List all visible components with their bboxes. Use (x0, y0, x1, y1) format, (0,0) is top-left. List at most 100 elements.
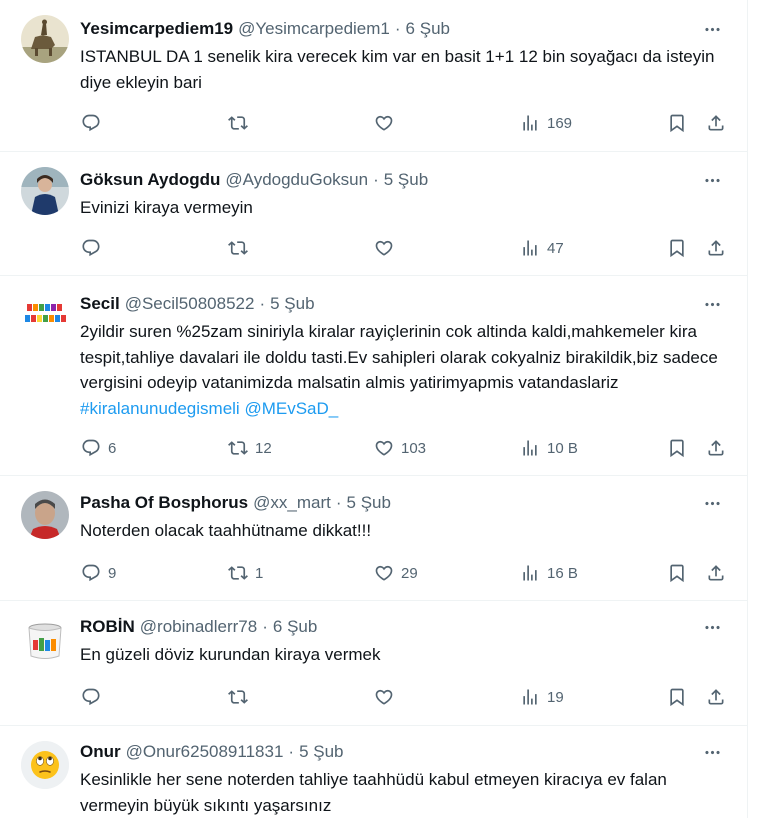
retweet-button[interactable] (221, 231, 255, 265)
retweet-button[interactable] (221, 680, 255, 714)
like-count: 29 (401, 564, 418, 582)
action-bar: 47 (68, 231, 738, 265)
avatar[interactable] (21, 491, 69, 539)
like-button[interactable]: 29 (367, 556, 418, 590)
tweet[interactable]: Onur @Onur62508911831 · 5 Şub Kesinlikle… (0, 726, 747, 818)
display-name[interactable]: Pasha Of Bosphorus (80, 493, 248, 513)
bookmark-button[interactable] (660, 231, 694, 265)
heart-icon (374, 438, 394, 458)
reply-count: 6 (108, 439, 117, 457)
bucket-avatar (21, 616, 69, 664)
bookmark-button[interactable] (660, 556, 694, 590)
share-button[interactable] (699, 556, 733, 590)
reply-button[interactable] (74, 106, 108, 140)
user-handle[interactable]: @Yesimcarpediem1 (238, 19, 390, 39)
bookmark-icon (667, 238, 687, 258)
bookmark-button[interactable] (660, 106, 694, 140)
avatar[interactable] (21, 167, 69, 215)
hashtag-link[interactable]: #kiralanunudegismeli (80, 399, 240, 418)
share-icon (706, 113, 726, 133)
heart-icon (374, 238, 394, 258)
retweet-button[interactable] (221, 106, 255, 140)
tweet[interactable]: Secil @Secil50808522 · 5 Şub 2yildir sur… (0, 276, 747, 476)
avatar[interactable] (21, 15, 69, 63)
more-options-button[interactable] (699, 741, 725, 763)
share-button[interactable] (699, 680, 733, 714)
user-handle[interactable]: @robinadlerr78 (140, 617, 257, 637)
more-options-button[interactable] (699, 293, 725, 315)
tweet[interactable]: Göksun Aydogdu @AydogduGoksun · 5 Şub Ev… (0, 152, 747, 276)
display-name[interactable]: ROBİN (80, 617, 135, 637)
bookmark-icon (667, 563, 687, 583)
view-count: 16 B (547, 564, 578, 582)
views-button[interactable]: 16 B (513, 556, 578, 590)
reply-button[interactable]: 9 (74, 556, 116, 590)
user-handle[interactable]: @Secil50808522 (125, 294, 255, 314)
statue-avatar (21, 15, 69, 63)
like-button[interactable] (367, 106, 401, 140)
more-options-button[interactable] (699, 169, 725, 191)
bookmark-button[interactable] (660, 431, 694, 465)
avatar[interactable] (21, 291, 69, 339)
reply-button[interactable] (74, 680, 108, 714)
retweet-button[interactable]: 1 (221, 556, 263, 590)
reply-icon (81, 563, 101, 583)
user-handle[interactable]: @xx_mart (253, 493, 331, 513)
tweet-text: ISTANBUL DA 1 senelik kira verecek kim v… (80, 47, 715, 92)
tweet[interactable]: ROBİN @robinadlerr78 · 6 Şub En güzeli d… (0, 601, 747, 726)
user-handle[interactable]: @AydogduGoksun (225, 170, 368, 190)
like-button[interactable] (367, 680, 401, 714)
like-button[interactable] (367, 231, 401, 265)
tweet-header: Göksun Aydogdu @AydogduGoksun · 5 Şub (80, 169, 687, 191)
avatar[interactable] (21, 616, 69, 664)
more-options-button[interactable] (699, 616, 725, 638)
share-button[interactable] (699, 106, 733, 140)
timestamp[interactable]: 6 Şub (406, 19, 450, 39)
separator-dot: · (288, 742, 295, 761)
timestamp[interactable]: 6 Şub (273, 617, 317, 637)
like-button[interactable]: 103 (367, 431, 426, 465)
tweet[interactable]: Yesimcarpediem19 @Yesimcarpediem1 · 6 Şu… (0, 0, 747, 152)
mention-link[interactable]: @MEvSaD_ (244, 399, 338, 418)
retweet-count: 1 (255, 564, 264, 582)
reply-button[interactable]: 6 (74, 431, 116, 465)
views-button[interactable]: 169 (513, 106, 572, 140)
display-name[interactable]: Onur (80, 742, 121, 762)
share-icon (706, 687, 726, 707)
reply-icon (81, 687, 101, 707)
share-button[interactable] (699, 231, 733, 265)
reply-icon (81, 438, 101, 458)
display-name[interactable]: Yesimcarpediem19 (80, 19, 233, 39)
views-button[interactable]: 19 (513, 680, 564, 714)
retweet-button[interactable]: 12 (221, 431, 272, 465)
action-bar: 169 (68, 106, 738, 140)
tweet[interactable]: Pasha Of Bosphorus @xx_mart · 5 Şub Note… (0, 476, 747, 601)
avatar[interactable] (21, 741, 69, 789)
timestamp[interactable]: 5 Şub (384, 170, 428, 190)
more-icon (703, 618, 722, 637)
user-handle[interactable]: @Onur62508911831 (126, 742, 284, 762)
display-name[interactable]: Secil (80, 294, 120, 314)
tweet-body: 2yildir suren %25zam siniriyla kiralar r… (80, 322, 718, 392)
display-name[interactable]: Göksun Aydogdu (80, 170, 220, 190)
more-icon (703, 743, 722, 762)
retweet-icon (228, 563, 248, 583)
retweet-count: 12 (255, 439, 272, 457)
views-button[interactable]: 47 (513, 231, 564, 265)
views-button[interactable]: 10 B (513, 431, 578, 465)
analytics-icon (520, 438, 540, 458)
reply-button[interactable] (74, 231, 108, 265)
english-teacher-logo (21, 291, 69, 339)
share-icon (706, 238, 726, 258)
timestamp[interactable]: 5 Şub (299, 742, 343, 762)
separator-dot: · (262, 617, 268, 636)
timestamp[interactable]: 5 Şub (347, 493, 391, 513)
separator-dot: · (394, 19, 401, 38)
timestamp[interactable]: 5 Şub (270, 294, 314, 314)
more-options-button[interactable] (699, 18, 725, 40)
share-icon (706, 438, 726, 458)
bookmark-button[interactable] (660, 680, 694, 714)
share-button[interactable] (699, 431, 733, 465)
analytics-icon (520, 687, 540, 707)
more-options-button[interactable] (699, 492, 725, 514)
